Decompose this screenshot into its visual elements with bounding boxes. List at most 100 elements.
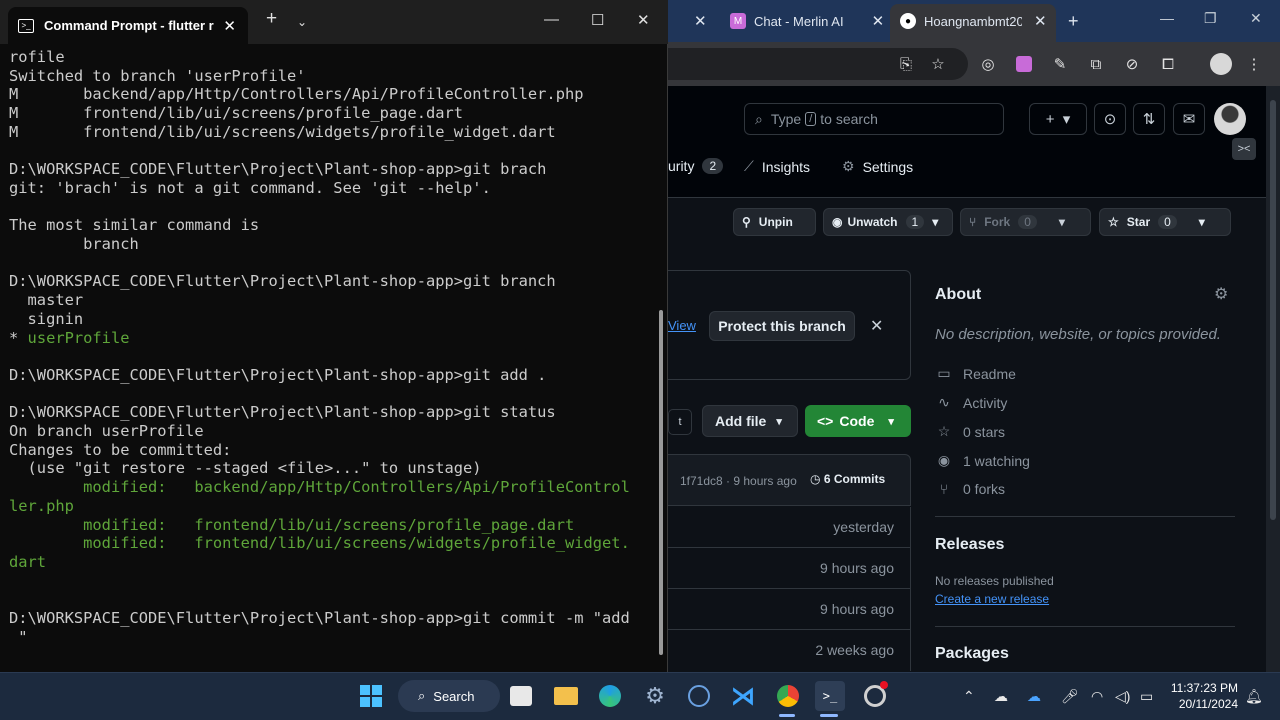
terminal-line: ler.php [9,497,649,516]
eyedropper-icon[interactable]: ✎ [1049,53,1071,75]
tab-settings[interactable]: ⚙ Settings [842,158,913,175]
install-app-icon[interactable]: ⎘ [895,53,917,75]
close-window-button[interactable]: ✕ [637,11,650,29]
address-bar[interactable] [668,48,968,80]
bookmark-star-icon[interactable]: ☆ [927,53,949,75]
add-file-button[interactable]: Add file ▾ [702,405,798,437]
releases-heading[interactable]: Releases [935,536,1004,554]
tab-label: Hoangnambmt2024 [924,13,1022,29]
file-row[interactable]: 9 hours ago [668,589,911,630]
close-window-button[interactable]: ✕ [1250,10,1262,27]
star-button[interactable]: ☆ Star 0 ▾ [1099,208,1231,236]
page-scrollbar-thumb[interactable] [1270,100,1276,520]
terminal-line-highlight: dart [9,552,47,571]
minimize-button[interactable]: — [544,11,559,28]
network-app-icon[interactable] [684,681,714,711]
unpin-button[interactable]: ⚲ Unpin [733,208,816,236]
terminal-taskbar-icon[interactable]: >_ [815,681,845,711]
readme-link[interactable]: ▭ Readme [935,365,1016,382]
close-tab-icon[interactable]: ✕ [223,17,236,35]
file-row[interactable]: yesterday [668,507,911,548]
new-tab-button[interactable]: + [266,8,277,30]
divider [935,516,1235,517]
new-tab-button[interactable]: + [1068,6,1079,36]
packages-heading[interactable]: Packages [935,645,1009,663]
file-row[interactable]: 2 weeks ago [668,630,911,671]
tab-dropdown-button[interactable]: ⌄ [297,15,307,29]
extensions-puzzle-icon[interactable]: ⧠ [1157,53,1179,75]
file-explorer-icon[interactable] [551,681,581,711]
translate-extension-icon[interactable]: ⧉ [1085,53,1107,75]
commits-link[interactable]: ◷ 6 Commits [810,472,885,486]
terminal-scrollbar[interactable] [659,310,663,655]
close-tab-icon[interactable]: ✕ [872,12,885,30]
terminal-tab[interactable]: >_ Command Prompt - flutter ru ✕ [8,7,248,44]
taskbar-search[interactable]: ⌕ Search [398,680,500,712]
terminal-line-highlight: modified: frontend/lib/ui/screens/profil… [83,515,575,534]
forks-link[interactable]: ⑂ 0 forks [935,481,1005,497]
stars-link[interactable]: ☆ 0 stars [935,423,1005,440]
volume-icon[interactable]: ◁) [1115,688,1130,705]
terminal-output[interactable]: rofile Switched to branch 'userProfile' M … [9,48,649,668]
github-search-input[interactable]: ⌕ Type / to search [744,103,1004,135]
restore-button[interactable]: ❐ [1204,10,1217,27]
chrome-alt-icon[interactable] [860,681,890,711]
create-release-link[interactable]: Create a new release [935,592,1049,606]
tab-security[interactable]: urity 2 [668,158,724,174]
issue-circle-icon: ⊙ [1103,111,1117,128]
edge-icon[interactable] [595,681,625,711]
minimize-button[interactable]: — [1160,10,1174,26]
issues-button[interactable]: ⊙ [1094,103,1126,135]
tab-insights[interactable]: ⟋ Insights [744,158,810,175]
browser-tab-partial[interactable]: ✕ [676,6,707,36]
extension-compass-icon[interactable]: ◎ [977,53,999,75]
pull-requests-button[interactable]: ⇅ [1133,103,1165,135]
user-avatar[interactable] [1214,103,1246,135]
microphone-icon[interactable]: 🎤︎ [1061,688,1079,705]
battery-icon[interactable]: ▭ [1140,688,1153,705]
browser-tab-github[interactable]: ● Hoangnambmt2024 ✕ [900,6,1047,36]
search-icon: ⌕ [755,110,763,127]
close-tab-icon[interactable]: ✕ [1034,12,1047,30]
code-button[interactable]: <> Code ▾ [805,405,911,437]
activity-link[interactable]: ∿ Activity [935,394,1007,411]
profile-avatar-icon[interactable] [1210,53,1232,75]
view-link[interactable]: View [668,318,696,333]
protect-branch-button[interactable]: Protect this branch [709,311,855,341]
commit-hash-time[interactable]: 1f71dc8 · 9 hours ago [680,474,797,488]
file-row[interactable]: 9 hours ago [668,548,911,589]
terminal-line-prefix [9,516,83,534]
notification-bell-icon[interactable]: 🔔︎ [1245,688,1263,705]
watching-link[interactable]: ◉ 1 watching [935,452,1030,469]
chevron-up-icon[interactable]: ⌃ [963,688,975,705]
star-label: Star [1126,215,1151,229]
create-new-button[interactable]: + ▾ [1029,103,1087,135]
settings-gear-icon[interactable]: ⚙ [640,681,670,711]
menu-kebab-icon[interactable]: ⋮ [1243,53,1265,75]
maximize-button[interactable]: ☐ [591,11,604,29]
inbox-button[interactable]: ✉ [1173,103,1205,135]
merlin-extension-icon[interactable] [1013,53,1035,75]
ad-block-icon[interactable]: ⊘ [1121,53,1143,75]
unwatch-button[interactable]: ◉ Unwatch 1 ▾ [823,208,953,236]
readme-label: Readme [963,365,1016,382]
terminal-line: D:\WORKSPACE_CODE\Flutter\Project\Plant-… [9,272,556,291]
chrome-icon[interactable] [773,681,803,711]
onedrive-blue-icon[interactable]: ☁ [1027,688,1041,705]
fork-button[interactable]: ⑂ Fork 0 ▾ [960,208,1091,236]
onedrive-icon[interactable]: ☁ [994,688,1008,705]
terminal-icon: >_ [18,18,34,33]
close-tab-icon[interactable]: ✕ [694,12,707,30]
command-prompt-window: >_ Command Prompt - flutter ru ✕ + ⌄ — ☐… [0,0,668,672]
file-time: 2 weeks ago [815,642,894,658]
wifi-icon[interactable]: ◠ [1091,688,1103,705]
taskbar-clock[interactable]: 11:37:23 PM 20/11/2024 [1168,680,1238,712]
merlin-icon: M [730,13,746,29]
dev-tools-icon[interactable]: >< [1232,138,1256,160]
start-button[interactable] [356,681,386,711]
gear-icon[interactable]: ⚙ [1214,284,1228,304]
close-icon[interactable]: ✕ [870,316,883,336]
browser-tab-merlin[interactable]: M Chat - Merlin AI ✕ [730,6,884,36]
vscode-icon[interactable]: ⋊ [728,681,758,711]
store-icon[interactable] [506,681,536,711]
